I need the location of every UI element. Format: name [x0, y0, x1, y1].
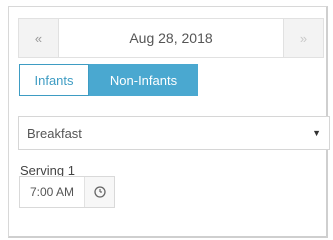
infant-toggle-group: Infants Non-Infants [19, 64, 198, 96]
next-date-button[interactable]: » [283, 19, 323, 57]
current-date: Aug 28, 2018 [129, 30, 213, 46]
double-chevron-right-icon: » [299, 30, 308, 46]
time-picker-button[interactable] [84, 177, 114, 207]
date-navigator: « Aug 28, 2018 » [18, 18, 324, 58]
caret-down-icon: ▼ [312, 128, 321, 138]
serving-time-picker: 7:00 AM [19, 176, 115, 208]
infants-toggle-button[interactable]: Infants [19, 64, 89, 96]
meal-select-value: Breakfast [27, 125, 82, 141]
meal-select[interactable]: Breakfast ▼ [18, 116, 330, 150]
prev-date-button[interactable]: « [19, 19, 59, 57]
double-chevron-left-icon: « [34, 30, 43, 46]
serving-time-input[interactable]: 7:00 AM [20, 177, 84, 207]
clock-icon [93, 186, 106, 198]
non-infants-toggle-button[interactable]: Non-Infants [89, 64, 198, 96]
